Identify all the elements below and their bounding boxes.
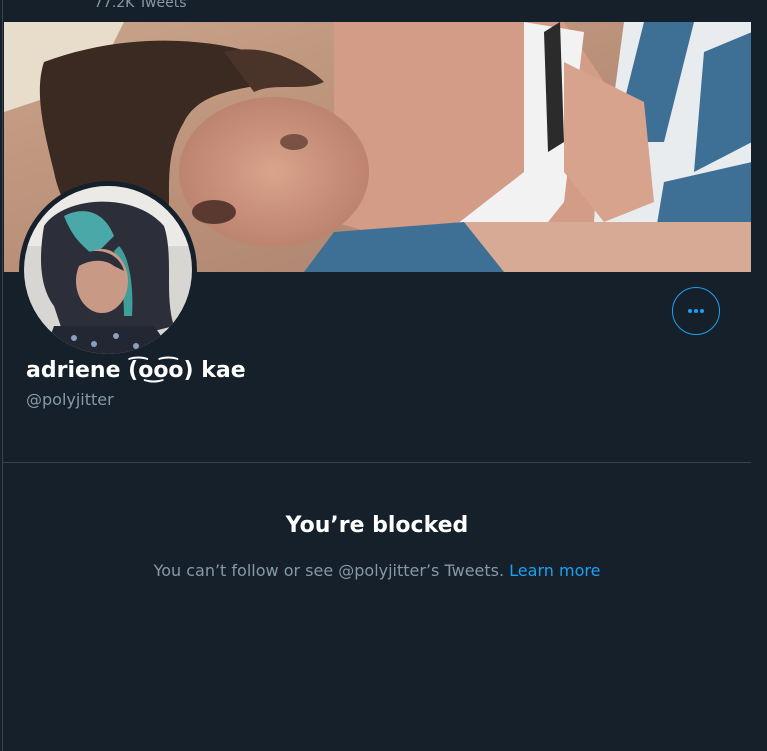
blocked-message-line: You can’t follow or see @polyjitter’s Tw…: [3, 561, 751, 580]
scrollbar[interactable]: [751, 0, 767, 751]
blocked-message: You can’t follow or see @polyjitter’s Tw…: [153, 561, 505, 580]
more-horizontal-icon: [688, 309, 704, 313]
more-options-button[interactable]: [672, 287, 720, 335]
tweet-count: 77.2K Tweets: [94, 0, 187, 11]
avatar-image: [24, 186, 192, 354]
profile-handle: @polyjitter: [26, 390, 114, 409]
blocked-title: You’re blocked: [285, 513, 469, 538]
learn-more-link[interactable]: Learn more: [509, 561, 600, 580]
profile-column: 77.2K Tweets adriene (͡o͜o͡o) kae @polyj…: [2, 0, 752, 751]
avatar[interactable]: [24, 186, 192, 354]
display-name: adriene (͡o͜o͡o) kae: [26, 358, 246, 383]
profile-page: 77.2K Tweets adriene (͡o͜o͡o) kae @polyj…: [0, 0, 767, 751]
divider: [3, 462, 751, 463]
profile-header-bar: 77.2K Tweets: [3, 0, 751, 22]
